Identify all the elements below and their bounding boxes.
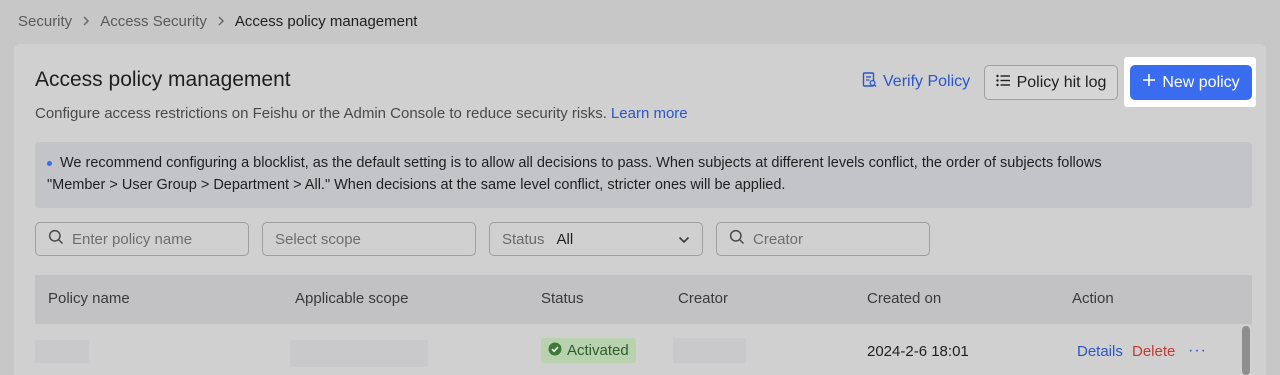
more-actions-icon[interactable]: ··· <box>1188 342 1207 360</box>
header-applicable-scope[interactable]: Applicable scope <box>295 290 408 307</box>
header-policy-name[interactable]: Policy name <box>48 290 130 307</box>
scope-select[interactable]: Select scope <box>262 222 476 256</box>
new-policy-highlight: New policy <box>1124 57 1256 107</box>
delete-link[interactable]: Delete <box>1132 343 1175 360</box>
creator-placeholder: Creator <box>753 230 804 248</box>
check-circle-icon <box>548 342 562 360</box>
learn-more-link[interactable]: Learn more <box>611 105 688 122</box>
header-created-on[interactable]: Created on <box>867 290 941 307</box>
new-policy-button[interactable]: New policy <box>1130 65 1252 100</box>
table-row[interactable]: Activated 2024-2-6 18:01 Details Delete … <box>35 327 1252 375</box>
table-header: Policy name Applicable scope Status Crea… <box>35 275 1252 324</box>
header-status[interactable]: Status <box>541 290 584 307</box>
status-filter-value: All <box>556 230 574 248</box>
breadcrumb-item-access-security[interactable]: Access Security <box>100 13 207 30</box>
main-panel: Access policy management Configure acces… <box>14 44 1266 375</box>
policy-hit-log-button[interactable]: Policy hit log <box>984 65 1118 100</box>
creator-redacted <box>673 338 746 363</box>
page-description: Configure access restrictions on Feishu … <box>35 105 688 122</box>
policy-hit-log-label: Policy hit log <box>1016 73 1107 91</box>
recommendation-notice: We recommend configuring a blocklist, as… <box>35 142 1252 208</box>
verify-document-icon <box>862 71 877 93</box>
notice-line-1: We recommend configuring a blocklist, as… <box>60 155 1102 171</box>
description-text: Configure access restrictions on Feishu … <box>35 105 607 122</box>
applicable-scope-redacted <box>290 340 428 367</box>
chevron-right-icon <box>81 15 91 27</box>
list-icon <box>995 74 1011 92</box>
scope-placeholder: Select scope <box>275 230 361 248</box>
status-select[interactable]: Status All <box>489 222 703 256</box>
page-title: Access policy management <box>35 68 291 91</box>
created-on-value: 2024-2-6 18:01 <box>867 343 969 360</box>
breadcrumb-item-security[interactable]: Security <box>18 13 72 30</box>
status-filter-label: Status <box>502 230 545 248</box>
status-badge: Activated <box>541 338 636 363</box>
status-text: Activated <box>567 342 629 359</box>
header-action: Action <box>1072 290 1114 307</box>
header-creator[interactable]: Creator <box>678 290 728 307</box>
breadcrumb: Security Access Security Access policy m… <box>18 10 417 32</box>
plus-icon <box>1142 73 1156 92</box>
verify-policy-button[interactable]: Verify Policy <box>862 70 970 94</box>
creator-search-input[interactable]: Creator <box>716 222 930 256</box>
chevron-right-icon <box>216 15 226 27</box>
new-policy-label: New policy <box>1162 73 1240 91</box>
policy-name-placeholder: Enter policy name <box>72 230 193 248</box>
policy-name-search-input[interactable]: Enter policy name <box>35 222 249 256</box>
search-icon <box>48 229 64 249</box>
vertical-scrollbar[interactable] <box>1242 326 1250 375</box>
bullet-icon <box>47 160 52 166</box>
breadcrumb-item-current: Access policy management <box>234 12 418 30</box>
verify-policy-label: Verify Policy <box>883 73 971 90</box>
policy-name-redacted <box>35 340 89 363</box>
details-link[interactable]: Details <box>1077 343 1123 360</box>
notice-line-2: "Member > User Group > Department > All.… <box>47 177 786 193</box>
search-icon <box>729 229 745 249</box>
chevron-down-icon <box>678 231 690 248</box>
